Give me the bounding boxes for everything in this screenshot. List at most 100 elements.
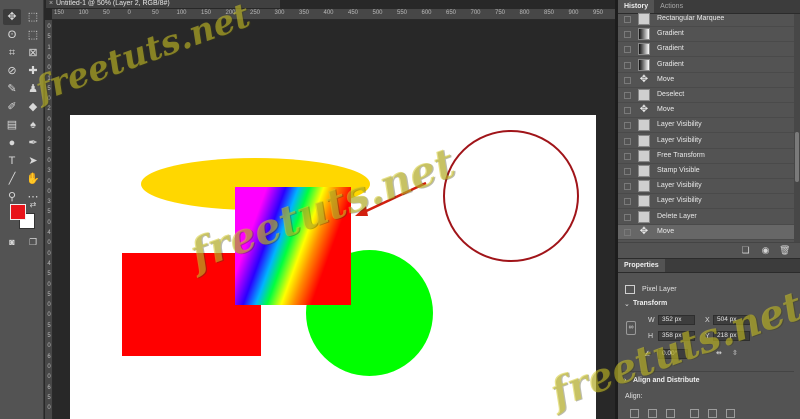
link-dimensions-icon[interactable]: ∞ <box>626 321 636 335</box>
history-item[interactable]: Deselect <box>618 88 794 103</box>
brush-tool-icon[interactable]: ✎ <box>3 81 21 97</box>
close-tab-icon[interactable]: × <box>49 0 53 8</box>
height-field[interactable]: 358 px <box>658 331 695 341</box>
foreground-color-swatch[interactable] <box>10 204 26 220</box>
create-snapshot-icon[interactable]: ◉ <box>760 245 771 256</box>
transform-chevron-icon[interactable]: ⌄ <box>624 300 630 308</box>
ruler-tick-label: 0 <box>47 312 51 319</box>
ruler-tick-label: 0 <box>47 240 51 247</box>
type-tool-icon[interactable]: T <box>3 153 21 169</box>
align-left-icon[interactable] <box>630 409 639 418</box>
align-middle-icon[interactable] <box>708 409 717 418</box>
flip-vertical-icon[interactable]: ⇳ <box>732 349 738 357</box>
transform-section-title[interactable]: Transform <box>633 300 667 307</box>
history-source-checkbox[interactable] <box>624 107 631 115</box>
history-scroll-thumb[interactable] <box>795 132 799 182</box>
history-source-checkbox[interactable] <box>624 228 631 236</box>
document-state-icon <box>638 134 650 147</box>
history-source-checkbox[interactable] <box>624 122 631 130</box>
history-source-checkbox[interactable] <box>624 168 631 175</box>
align-bottom-icon[interactable] <box>726 409 735 418</box>
width-field[interactable]: 352 px <box>658 315 695 325</box>
move-tool-icon[interactable]: ✥ <box>3 9 21 25</box>
history-item[interactable]: Gradient <box>618 27 794 43</box>
history-item-label: Layer Visibility <box>657 136 702 144</box>
eyedropper-tool-icon[interactable]: ⊘ <box>3 63 21 79</box>
ruler-tick-label: 200 <box>225 10 236 16</box>
history-item[interactable]: Gradient <box>618 58 794 73</box>
align-label: Align: <box>625 393 643 400</box>
history-item[interactable]: Layer Visibility <box>618 179 794 195</box>
history-source-checkbox[interactable] <box>624 198 631 206</box>
history-source-checkbox[interactable] <box>624 31 631 39</box>
frame-tool-icon[interactable]: ⊠ <box>24 45 42 61</box>
gradient-tool-icon[interactable]: ▤ <box>3 117 21 133</box>
new-document-from-state-icon[interactable]: ❏ <box>740 245 751 256</box>
history-item[interactable]: Layer Visibility <box>618 134 794 149</box>
hand-tool-icon[interactable]: ✋ <box>24 171 42 187</box>
history-brush-tool-icon[interactable]: ✐ <box>3 99 21 115</box>
document-tab[interactable]: × Untitled-1 @ 50% (Layer 2, RGB/8#) <box>46 0 280 8</box>
clone-stamp-tool-icon[interactable]: ♟ <box>24 81 42 97</box>
ruler-tick-label: 5 <box>47 271 51 278</box>
line-tool-icon[interactable]: ╱ <box>3 171 21 187</box>
swap-colors-icon[interactable]: ⇄ <box>27 200 39 210</box>
y-field[interactable]: 218 px <box>713 331 750 341</box>
ruler-tick-label: 0 <box>47 302 51 309</box>
history-scrollbar[interactable] <box>794 14 800 242</box>
align-section-title[interactable]: Align and Distribute <box>633 377 700 384</box>
history-item[interactable]: Layer Visibility <box>618 194 794 210</box>
history-item[interactable]: Rectangular Marquee <box>618 12 794 27</box>
history-source-checkbox[interactable] <box>624 46 631 54</box>
history-item[interactable]: Stamp Visible <box>618 164 794 179</box>
history-item[interactable]: ✥ Move <box>618 73 794 88</box>
history-source-checkbox[interactable] <box>624 76 631 84</box>
pen-tool-icon[interactable]: ✒ <box>24 135 42 151</box>
ruler-tick-label: 4 <box>47 230 51 236</box>
document-canvas[interactable] <box>70 115 596 419</box>
quick-mask-icon[interactable]: ◙ <box>3 234 21 250</box>
align-right-icon[interactable] <box>666 409 675 418</box>
quick-select-tool-icon[interactable]: ⬚ <box>24 27 42 43</box>
marquee-tool-icon[interactable]: ⬚ <box>24 9 42 25</box>
blur-tool-icon[interactable]: ♠ <box>24 117 42 133</box>
history-source-checkbox[interactable] <box>624 137 631 145</box>
history-item[interactable]: Delete Layer <box>618 210 794 225</box>
healing-brush-tool-icon[interactable]: ✚ <box>24 63 42 79</box>
history-item[interactable]: ✥ Move <box>618 103 794 119</box>
history-source-checkbox[interactable] <box>624 92 631 99</box>
delete-state-icon[interactable]: 🗑 <box>779 245 790 256</box>
document-state-icon <box>638 119 650 132</box>
angle-field[interactable]: 0.00° <box>658 349 688 359</box>
annotation-arrow <box>361 181 427 215</box>
eraser-tool-icon[interactable]: ◆ <box>24 99 42 115</box>
screen-mode-icon[interactable]: ❐ <box>24 234 42 250</box>
align-chevron-icon[interactable]: › <box>624 377 626 384</box>
gradient-state-icon <box>638 43 650 56</box>
ruler-tick-label: 0 <box>47 188 51 195</box>
history-source-checkbox[interactable] <box>624 152 631 160</box>
history-item[interactable]: Layer Visibility <box>618 118 794 134</box>
ruler-tick-label: 0 <box>47 24 51 30</box>
tab-properties[interactable]: Properties <box>618 259 665 272</box>
history-source-checkbox[interactable] <box>624 213 631 221</box>
dodge-tool-icon[interactable]: ● <box>3 135 21 151</box>
history-item[interactable]: Gradient <box>618 42 794 58</box>
x-field[interactable]: 504 px <box>713 315 750 325</box>
history-item[interactable]: Free Transform <box>618 149 794 164</box>
path-select-tool-icon[interactable]: ➤ <box>24 153 42 169</box>
align-top-icon[interactable] <box>690 409 699 418</box>
history-item[interactable]: ✥ Move <box>618 224 794 240</box>
flip-horizontal-icon[interactable]: ⇹ <box>716 349 722 357</box>
crop-tool-icon[interactable]: ⌗ <box>3 45 21 61</box>
align-center-icon[interactable] <box>648 409 657 418</box>
document-state-icon <box>638 180 650 193</box>
history-source-checkbox[interactable] <box>624 183 631 191</box>
ruler-tick-label: 0 <box>47 178 51 185</box>
photoshop-window: ✥ ⬚ ʘ ⬚ ⌗ ⊠ ⊘ ✚ ✎ ♟ ✐ ◆ ▤ ♠ ● ✒ T ➤ ╱ ✋ … <box>0 0 800 419</box>
history-source-checkbox[interactable] <box>624 61 631 69</box>
lasso-tool-icon[interactable]: ʘ <box>3 27 21 43</box>
zoom-tool-icon[interactable]: ⚲ <box>3 189 21 205</box>
history-item-label: Layer Visibility <box>657 197 702 205</box>
history-source-checkbox[interactable] <box>624 16 631 23</box>
